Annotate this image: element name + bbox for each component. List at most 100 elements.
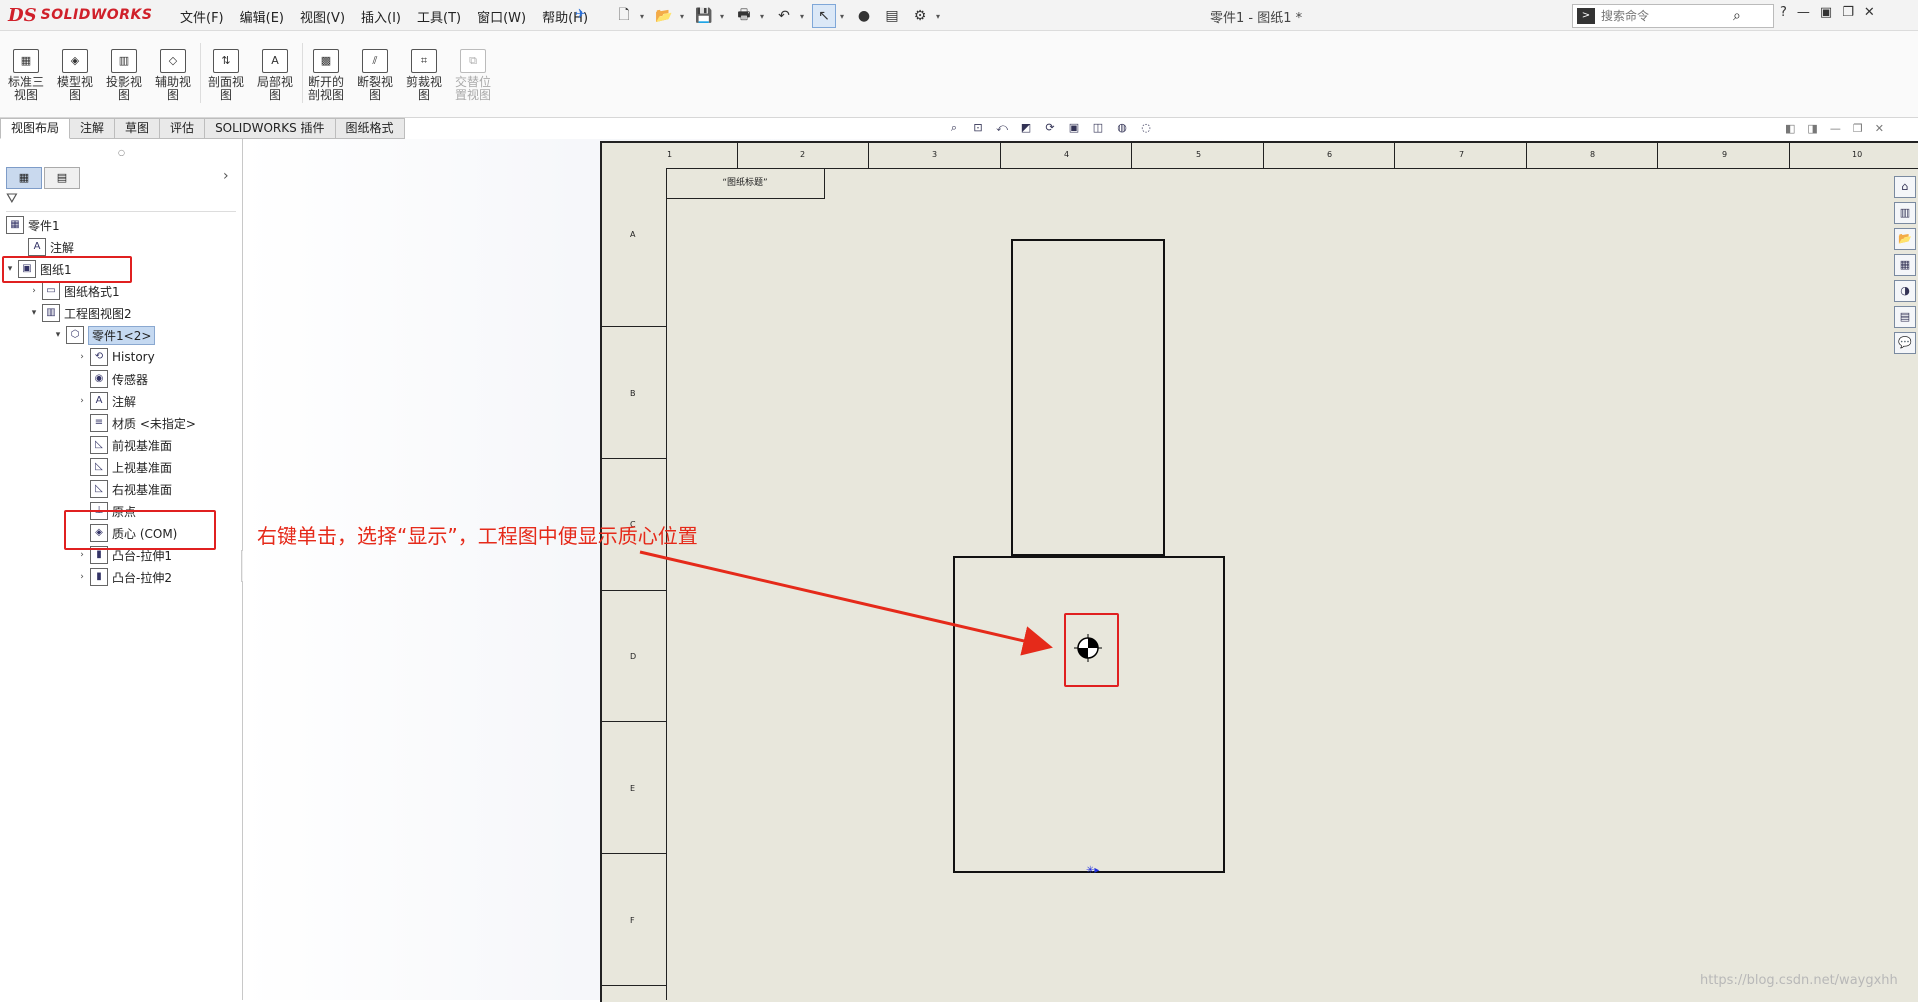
menu-insert[interactable]: 插入(I) (361, 7, 401, 26)
pin-menu-icon[interactable]: ✈ (575, 7, 586, 22)
tree-item-part1-instance[interactable]: ▾ ⬡ 零件1<2> (52, 325, 156, 345)
drawing-sheet[interactable] (600, 141, 1918, 1002)
collapse-arrow-icon[interactable]: › (76, 352, 88, 362)
expand-arrow-icon[interactable]: ▾ (28, 308, 40, 318)
tile-icon[interactable]: ▣ (1820, 5, 1832, 20)
featuremanager-tab-icon[interactable]: ▦ (6, 167, 42, 189)
filter-icon[interactable]: ⛛ (6, 191, 236, 212)
detail-view-button[interactable]: A 局部视图 (253, 49, 297, 102)
tab-evaluate[interactable]: 评估 (160, 118, 206, 139)
standard-three-view-button[interactable]: ▦ 标准三视图 (4, 49, 48, 102)
search-icon[interactable]: ⌕ (1733, 8, 1741, 24)
tree-item-part1[interactable]: ▦ 零件1 (4, 215, 60, 235)
tree-item-drawing-view2[interactable]: ▾ ▥ 工程图视图2 (28, 303, 132, 323)
save-dropdown-icon[interactable]: ▾ (720, 12, 728, 21)
menu-edit[interactable]: 编辑(E) (240, 7, 284, 26)
file-properties-icon[interactable]: ▤ (880, 4, 904, 28)
tree-item-sheet-format1[interactable]: › ▭ 图纸格式1 (28, 281, 120, 301)
solidworks-resources-icon[interactable]: ⌂ (1894, 176, 1916, 198)
model-view-button[interactable]: ◈ 模型视图 (53, 49, 97, 102)
tree-item-right-plane[interactable]: ◺ 右视基准面 (88, 479, 172, 499)
tree-item-boss-extrude2[interactable]: › ▮ 凸台-拉伸2 (76, 567, 172, 587)
crop-view-button[interactable]: ⌗ 剪裁视图 (402, 49, 446, 102)
new-dropdown-icon[interactable]: ▾ (640, 12, 648, 21)
options-icon[interactable]: ⚙ (908, 4, 932, 28)
alternate-position-view-button[interactable]: ⧉ 交替位置视图 (451, 49, 495, 102)
break-view-button[interactable]: ⫽ 断裂视图 (353, 49, 397, 102)
part-base-rectangle[interactable] (953, 556, 1225, 873)
design-library-icon[interactable]: ▥ (1894, 202, 1916, 224)
broken-out-section-button[interactable]: ▩ 断开的剖视图 (304, 49, 348, 102)
tab-solidworks-addins[interactable]: SOLIDWORKS 插件 (205, 118, 336, 139)
doc-minimize-icon[interactable]: — (1830, 122, 1841, 135)
tree-item-sensors[interactable]: ◉ 传感器 (88, 369, 148, 389)
menu-bar: 文件(F) 编辑(E) 视图(V) 插入(I) 工具(T) 窗口(W) 帮助(H… (180, 7, 588, 26)
tree-item-history[interactable]: › ⟲ History (76, 347, 155, 367)
menu-file[interactable]: 文件(F) (180, 7, 224, 26)
file-explorer-icon[interactable]: 📂 (1894, 228, 1916, 250)
select-icon[interactable]: ↖ (812, 4, 836, 28)
open-icon[interactable]: 📂 (652, 4, 676, 28)
open-dropdown-icon[interactable]: ▾ (680, 12, 688, 21)
tree-item-annotations[interactable]: A 注解 (26, 237, 74, 257)
tree-item-part-annotations[interactable]: › A 注解 (76, 391, 136, 411)
tree-item-front-plane[interactable]: ◺ 前视基准面 (88, 435, 172, 455)
custom-properties-icon[interactable]: ▤ (1894, 306, 1916, 328)
section-view-button[interactable]: ⇅ 剖面视图 (204, 49, 248, 102)
projected-view-button[interactable]: ▥ 投影视图 (102, 49, 146, 102)
part-upper-rectangle[interactable] (1011, 239, 1165, 556)
minimize-icon[interactable]: — (1797, 5, 1810, 20)
undo-icon[interactable]: ↶ (772, 4, 796, 28)
tree-item-top-plane[interactable]: ◺ 上视基准面 (88, 457, 172, 477)
collapse-arrow-icon[interactable]: › (76, 396, 88, 406)
menu-view[interactable]: 视图(V) (300, 7, 345, 26)
collapse-arrow-icon[interactable]: › (28, 286, 40, 296)
view-palette-icon[interactable]: ▦ (1894, 254, 1916, 276)
apply-scene-icon[interactable]: ◌ (1137, 121, 1155, 137)
sheet-title-box[interactable]: “图纸标题” (666, 168, 825, 199)
zoom-to-fit-icon[interactable]: ⌕ (945, 121, 963, 137)
display-style-icon[interactable]: ▣ (1065, 121, 1083, 137)
solidworks-logo[interactable]: DS SOLIDWORKS (8, 4, 152, 26)
help-icon[interactable]: ? (1780, 5, 1787, 20)
options-dropdown-icon[interactable]: ▾ (936, 12, 944, 21)
auxiliary-view-button[interactable]: ◇ 辅助视图 (151, 49, 195, 102)
collapse-arrow-icon[interactable]: › (76, 572, 88, 582)
tab-sheet-format[interactable]: 图纸格式 (335, 118, 405, 139)
close-icon[interactable]: ✕ (1864, 5, 1875, 20)
expand-arrow-icon[interactable]: ▾ (52, 330, 64, 340)
tab-annotation[interactable]: 注解 (70, 118, 116, 139)
section-view-toggle-icon[interactable]: ◩ (1017, 121, 1035, 137)
previous-view-icon[interactable]: ⤺ (993, 121, 1011, 137)
undo-dropdown-icon[interactable]: ▾ (800, 12, 808, 21)
select-dropdown-icon[interactable]: ▾ (840, 12, 848, 21)
edit-appearance-icon[interactable]: ◍ (1113, 121, 1131, 137)
rotate-icon[interactable]: ⟳ (1041, 121, 1059, 137)
tile-right-icon[interactable]: ◨ (1807, 122, 1817, 135)
plane-icon: ◺ (90, 436, 108, 454)
tab-view-layout[interactable]: 视图布局 (0, 118, 71, 139)
hide-show-items-icon[interactable]: ◫ (1089, 121, 1107, 137)
traffic-light-icon[interactable]: ● (852, 4, 876, 28)
menu-window[interactable]: 窗口(W) (477, 7, 526, 26)
restore-icon[interactable]: ❐ (1842, 5, 1854, 20)
zoom-to-area-icon[interactable]: ⊡ (969, 121, 987, 137)
chevron-right-icon[interactable]: › (223, 168, 229, 184)
tree-item-material[interactable]: ≡ 材质 <未指定> (88, 413, 196, 433)
menu-tools[interactable]: 工具(T) (417, 7, 461, 26)
doc-restore-icon[interactable]: ❐ (1853, 122, 1863, 135)
new-icon[interactable]: 🗋 (612, 4, 636, 28)
search-input[interactable] (1599, 8, 1733, 24)
propertymanager-tab-icon[interactable]: ▤ (44, 167, 80, 189)
doc-close-icon[interactable]: ✕ (1875, 122, 1884, 135)
tile-left-icon[interactable]: ◧ (1785, 122, 1795, 135)
save-icon[interactable]: 💾 (692, 4, 716, 28)
panel-splitter-handle[interactable]: ○ (118, 148, 125, 157)
tab-sketch[interactable]: 草图 (115, 118, 161, 139)
collapse-arrow-icon[interactable]: › (76, 550, 88, 560)
search-box[interactable]: > ⌕ (1572, 4, 1774, 28)
appearances-icon[interactable]: ◑ (1894, 280, 1916, 302)
print-dropdown-icon[interactable]: ▾ (760, 12, 768, 21)
print-icon[interactable]: 🖶 (732, 4, 756, 28)
forum-icon[interactable]: 💬 (1894, 332, 1916, 354)
